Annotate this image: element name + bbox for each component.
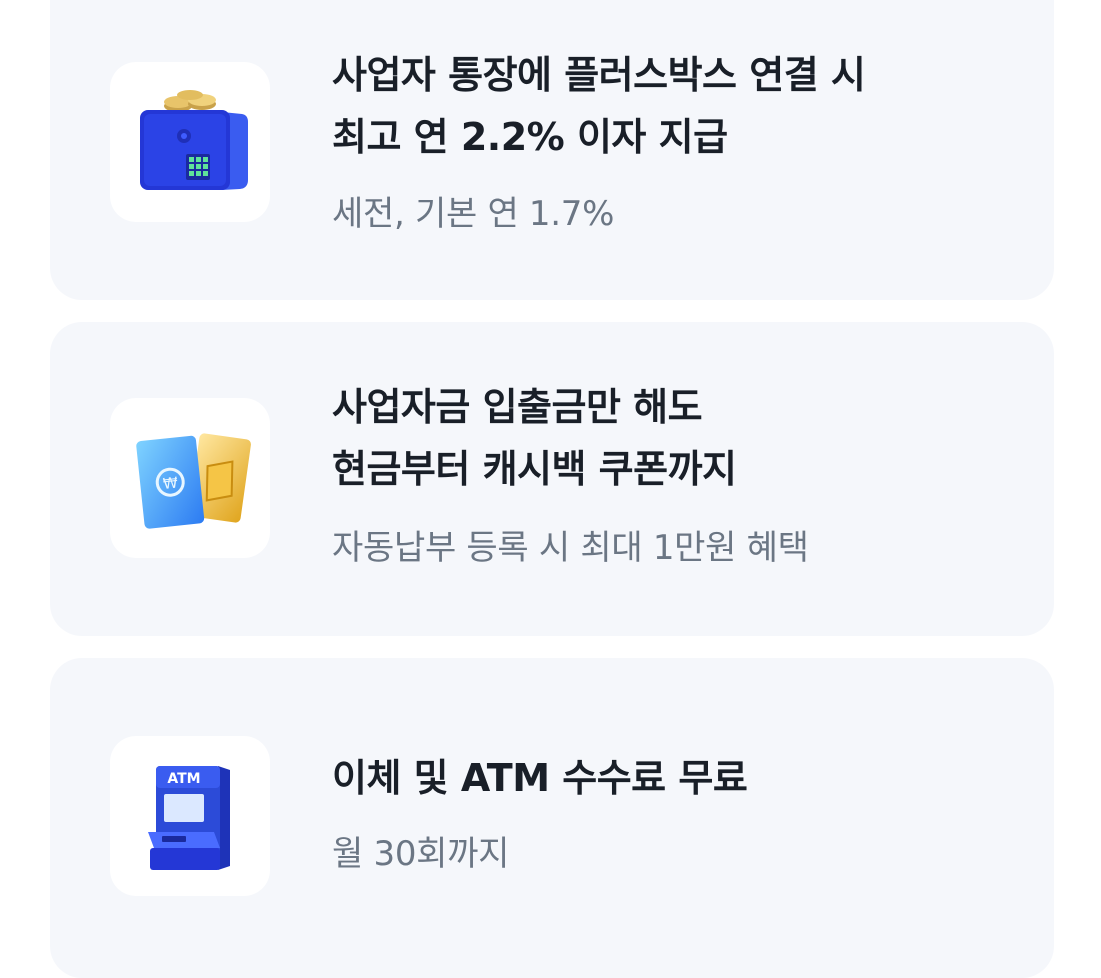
- atm-label: ATM: [167, 771, 200, 787]
- benefit-title: 사업자 통장에 플러스박스 연결 시 최고 연 2.2% 이자 지급: [332, 53, 866, 159]
- benefit-subtitle: 세전, 기본 연 1.7%: [332, 194, 615, 234]
- safe-with-coins-icon: [140, 90, 248, 190]
- cards-icon-container: ₩: [110, 398, 270, 558]
- benefit-title: 사업자금 입출금만 해도 현금부터 캐시백 쿠폰까지: [332, 385, 737, 491]
- benefit-subtitle: 월 30회까지: [332, 834, 510, 874]
- benefit-title: 이체 및 ATM 수수료 무료: [332, 756, 748, 800]
- atm-icon-container: ATM: [110, 736, 270, 896]
- cashback-cards-icon: ₩: [136, 433, 251, 529]
- benefit-card-fee-free: ATM 이체 및 ATM 수수료 무료 월 30회까지: [50, 658, 1054, 978]
- svg-text:₩: ₩: [162, 473, 179, 492]
- safe-icon-container: [110, 62, 270, 222]
- benefit-card-cashback: ₩ 사업자금 입출금만 해도 현금부터 캐시백 쿠폰까지 자동납부 등록 시 최…: [50, 322, 1054, 636]
- benefit-card-interest: 사업자 통장에 플러스박스 연결 시 최고 연 2.2% 이자 지급 세전, 기…: [50, 0, 1054, 300]
- atm-machine-icon: ATM: [148, 766, 230, 870]
- benefit-subtitle: 자동납부 등록 시 최대 1만원 혜택: [332, 528, 809, 568]
